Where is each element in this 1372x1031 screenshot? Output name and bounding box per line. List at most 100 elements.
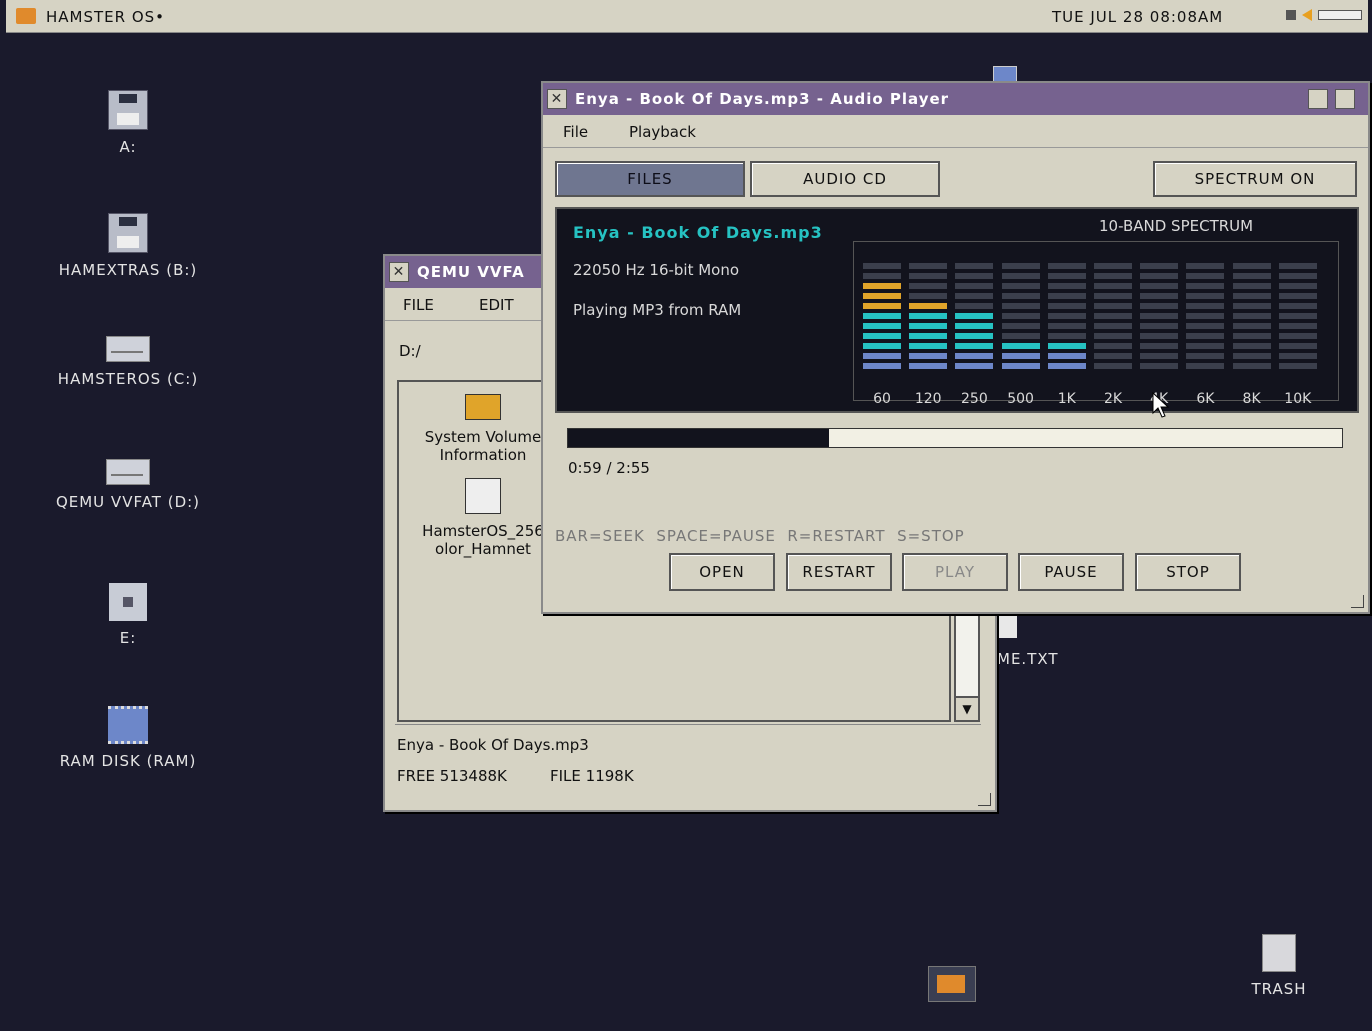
maximize-icon[interactable]	[1335, 89, 1355, 109]
spectrum-segment	[1001, 333, 1040, 339]
spectrum-segment	[909, 303, 948, 309]
divider	[395, 724, 981, 725]
spectrum-segment	[1001, 293, 1040, 299]
spectrum-bars: 601202505001K2K4K6K8K10K	[557, 209, 1357, 409]
spectrum-segment	[863, 363, 901, 369]
audio-player-window: ✕ Enya - Book Of Days.mp3 - Audio Player…	[541, 81, 1370, 614]
spectrum-segment	[1047, 303, 1086, 309]
readme-label[interactable]: ME.TXT	[997, 650, 1059, 668]
spectrum-segment	[1001, 363, 1040, 369]
tab-audio-cd[interactable]: AUDIO CD	[750, 161, 940, 197]
file-item-hamsteros-image[interactable]: HamsterOS_256 olor_Hamnet	[403, 478, 563, 558]
spectrum-segment	[863, 293, 901, 299]
desktop-icon-drive-d[interactable]: QEMU VVFAT (D:)	[28, 459, 228, 511]
menu-file[interactable]: FILE	[403, 296, 434, 314]
spectrum-segment	[863, 263, 901, 269]
file-size: FILE 1198K	[550, 767, 634, 785]
restart-button[interactable]: RESTART	[786, 553, 892, 591]
spectrum-segment	[1186, 303, 1225, 309]
desktop-icon-drive-c[interactable]: HAMSTEROS (C:)	[28, 336, 228, 388]
spectrum-segment	[955, 333, 994, 339]
spectrum-band-label: 10K	[1284, 391, 1312, 407]
file-name-line2: olor_Hamnet	[435, 540, 531, 558]
spectrum-segment	[955, 323, 994, 329]
close-icon[interactable]: ✕	[547, 89, 567, 109]
file-item-system-volume[interactable]: System Volume Information	[403, 394, 563, 464]
resize-handle[interactable]	[978, 793, 991, 806]
desktop-icon-drive-a[interactable]: A:	[28, 90, 228, 156]
floppy-icon	[108, 90, 148, 130]
drive-label: HAMEXTRAS (B:)	[58, 261, 198, 279]
seek-bar[interactable]	[567, 428, 1343, 448]
play-button[interactable]: PLAY	[902, 553, 1008, 591]
spectrum-segment	[1094, 293, 1132, 299]
menu-playback[interactable]: Playback	[629, 123, 696, 141]
spectrum-segment	[1047, 273, 1086, 279]
desktop-icon-ram-disk[interactable]: RAM DISK (RAM)	[28, 706, 228, 770]
spectrum-segment	[1186, 293, 1225, 299]
os-menu-title[interactable]: HAMSTER OS•	[46, 8, 165, 26]
spectrum-segment	[863, 343, 901, 349]
spectrum-segment	[1140, 283, 1179, 289]
spectrum-segment	[955, 283, 994, 289]
spectrum-segment	[955, 263, 994, 269]
spectrum-segment	[955, 313, 994, 319]
spectrum-segment	[1278, 323, 1317, 329]
hard-drive-icon	[106, 459, 150, 485]
drive-label: HAMSTEROS (C:)	[57, 370, 199, 388]
spectrum-segment	[1140, 363, 1179, 369]
spectrum-segment	[1001, 283, 1040, 289]
spectrum-segment	[1094, 283, 1132, 289]
pause-button[interactable]: PAUSE	[1018, 553, 1124, 591]
stop-button[interactable]: STOP	[1135, 553, 1241, 591]
spectrum-segment	[1047, 363, 1086, 369]
seek-bar-fill	[568, 429, 829, 447]
hamster-app-icon[interactable]	[928, 966, 976, 1002]
spectrum-segment	[863, 353, 901, 359]
text-file-icon[interactable]	[997, 614, 1017, 638]
spectrum-segment	[1278, 313, 1317, 319]
spectrum-segment	[1001, 263, 1040, 269]
tab-files[interactable]: FILES	[555, 161, 745, 197]
minimize-icon[interactable]	[1308, 89, 1328, 109]
spectrum-segment	[955, 273, 994, 279]
system-menubar: HAMSTER OS• TUE JUL 28 08:08AM	[6, 0, 1368, 33]
spectrum-segment	[1232, 333, 1271, 339]
spectrum-segment	[863, 323, 901, 329]
spectrum-segment	[1094, 303, 1132, 309]
mute-icon[interactable]	[1286, 10, 1296, 20]
menu-file[interactable]: File	[563, 123, 588, 141]
spectrum-segment	[1140, 333, 1179, 339]
resize-handle[interactable]	[1351, 595, 1364, 608]
spectrum-segment	[955, 353, 994, 359]
spectrum-segment	[1278, 283, 1317, 289]
spectrum-segment	[909, 283, 948, 289]
spectrum-segment	[1140, 293, 1179, 299]
spectrum-segment	[1186, 343, 1225, 349]
spectrum-segment	[1047, 323, 1086, 329]
scrollbar[interactable]: ▼	[954, 612, 980, 722]
speaker-icon[interactable]	[1302, 9, 1312, 21]
spectrum-toggle-button[interactable]: SPECTRUM ON	[1153, 161, 1357, 197]
spectrum-segment	[955, 293, 994, 299]
empty-drive-icon	[109, 583, 147, 621]
spectrum-segment	[1278, 303, 1317, 309]
spectrum-segment	[1278, 293, 1317, 299]
spectrum-segment	[1278, 343, 1317, 349]
audio-player-titlebar[interactable]: ✕ Enya - Book Of Days.mp3 - Audio Player	[543, 83, 1368, 115]
volume-slider[interactable]	[1318, 10, 1362, 20]
close-icon[interactable]: ✕	[389, 262, 409, 282]
desktop-icon-drive-e[interactable]: E:	[28, 583, 228, 647]
spectrum-segment	[863, 273, 901, 279]
desktop-icon-drive-b[interactable]: HAMEXTRAS (B:)	[28, 213, 228, 279]
scroll-down-icon[interactable]: ▼	[956, 696, 978, 720]
spectrum-segment	[863, 333, 901, 339]
trash-icon-group[interactable]: TRASH	[1245, 934, 1313, 998]
hamster-logo-icon[interactable]	[16, 8, 36, 24]
menu-edit[interactable]: EDIT	[479, 296, 514, 314]
spectrum-segment	[1186, 313, 1225, 319]
spectrum-segment	[1140, 303, 1179, 309]
open-button[interactable]: OPEN	[669, 553, 775, 591]
desktop-image-icon[interactable]	[993, 66, 1017, 82]
spectrum-segment	[1001, 273, 1040, 279]
